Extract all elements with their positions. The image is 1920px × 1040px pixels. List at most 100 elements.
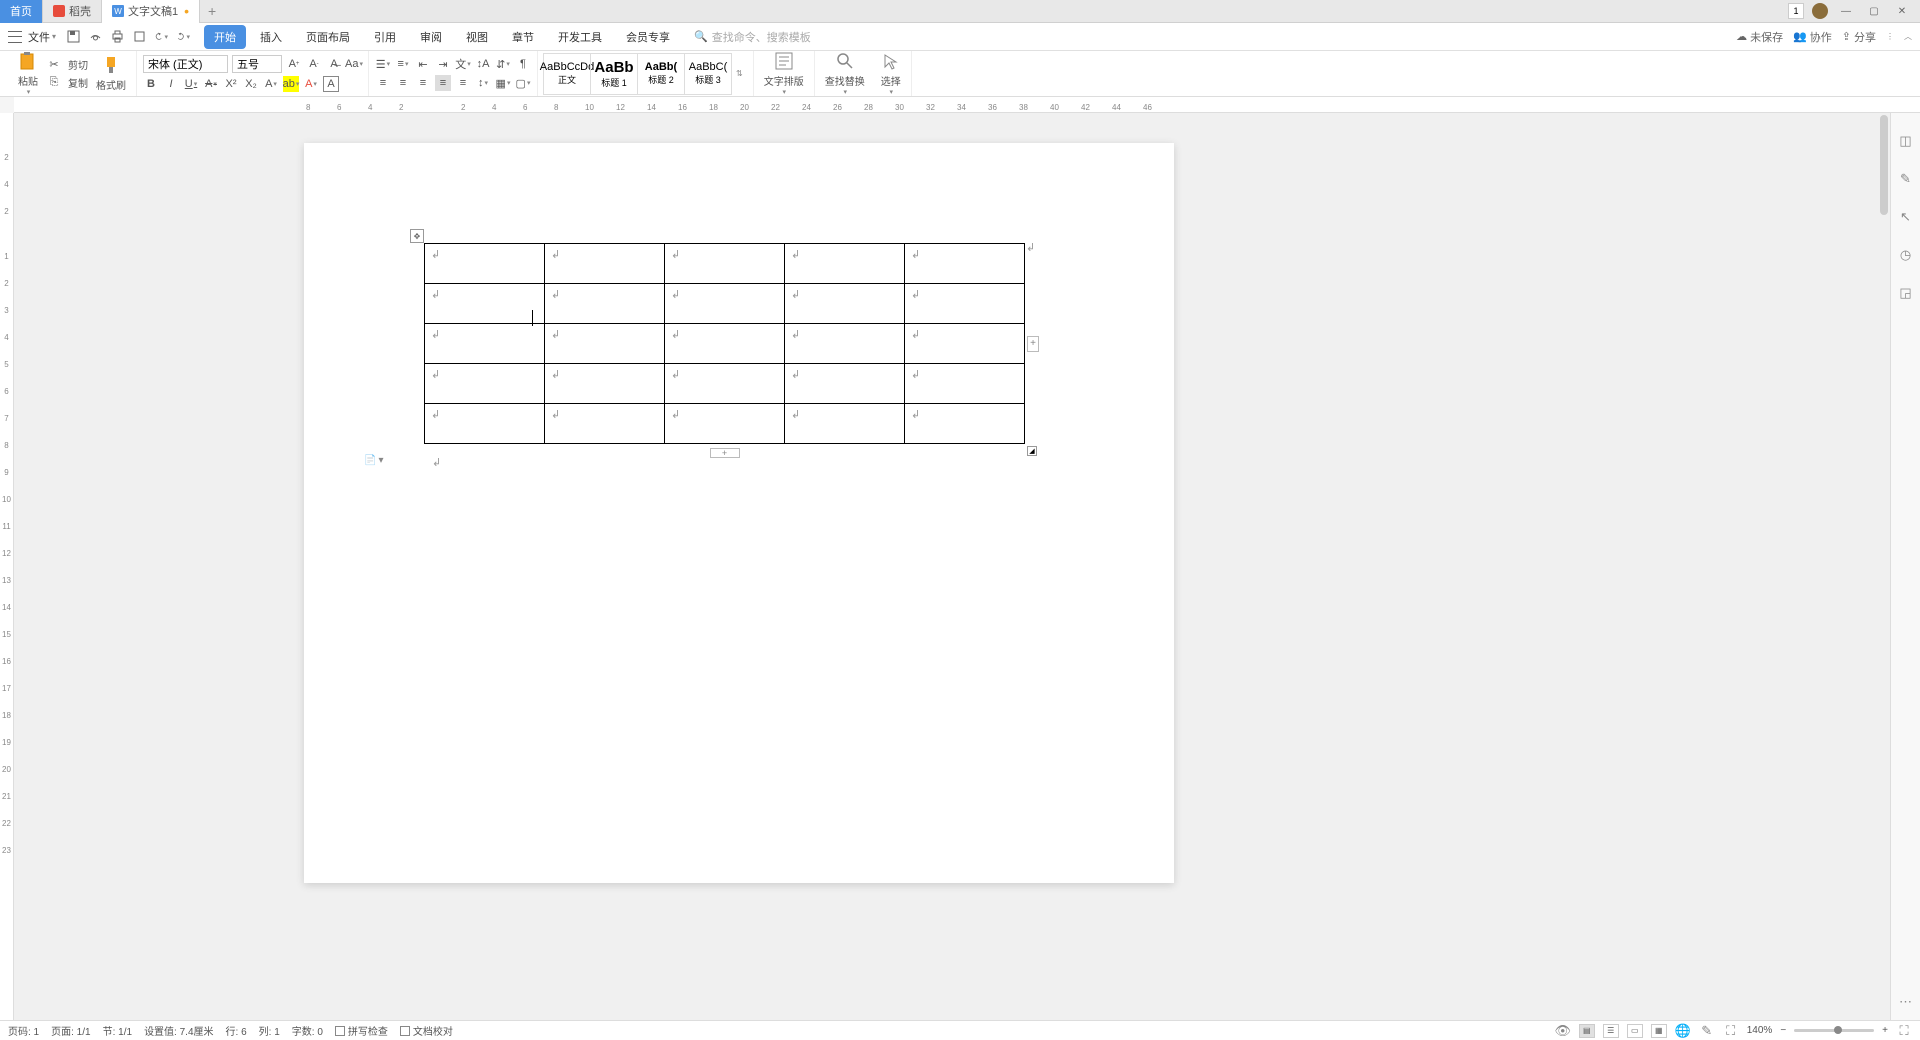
vertical-scrollbar[interactable] — [1878, 113, 1890, 1020]
maximize-button[interactable]: ▢ — [1864, 1, 1884, 21]
table-cell[interactable]: ↲ — [545, 324, 665, 364]
text-layout-button[interactable]: 文字排版 — [760, 51, 808, 96]
table-cell[interactable]: ↲ — [785, 364, 905, 404]
chevron-up-icon[interactable]: ︿ — [1904, 31, 1912, 42]
tab-home[interactable]: 首页 — [0, 0, 43, 23]
underline-button[interactable]: U — [183, 76, 199, 92]
save-icon[interactable] — [66, 30, 80, 44]
zoom-out-button[interactable]: − — [1780, 1025, 1786, 1036]
print-icon[interactable] — [110, 30, 124, 44]
numbering-button[interactable]: ≡ — [395, 56, 411, 72]
clear-format-icon[interactable]: A̶ — [326, 56, 342, 72]
fullscreen-icon[interactable]: ⛶ — [1896, 1023, 1912, 1039]
search-box[interactable]: 🔍 查找命令、搜索模板 — [694, 29, 811, 45]
doc-proof-toggle[interactable]: 文档校对 — [400, 1023, 453, 1038]
borders-button[interactable]: ▢ — [515, 75, 531, 91]
font-name-select[interactable] — [143, 55, 228, 73]
notification-badge[interactable]: 1 — [1788, 3, 1804, 19]
redo-button[interactable] — [176, 30, 190, 44]
undo-button[interactable] — [154, 30, 168, 44]
align-justify-button[interactable]: ≡ — [435, 75, 451, 91]
status-page[interactable]: 页面: 1/1 — [51, 1023, 90, 1038]
tab-document[interactable]: W 文字文稿1 • — [102, 0, 200, 23]
bold-button[interactable]: B — [143, 76, 159, 92]
document-table[interactable]: ↲↲↲↲↲↲↲↲↲↲↲↲↲↲↲↲↲↲↲↲↲↲↲↲↲ — [424, 243, 1025, 444]
settings-icon[interactable]: ◲ — [1898, 285, 1914, 301]
char-border-icon[interactable]: A — [323, 76, 339, 92]
strike-button[interactable]: A — [203, 76, 219, 92]
menu-tab-view[interactable]: 视图 — [456, 25, 498, 49]
menu-tab-review[interactable]: 审阅 — [410, 25, 452, 49]
table-cell[interactable]: ↲ — [425, 284, 545, 324]
view-outline-button[interactable]: ☰ — [1603, 1024, 1619, 1038]
page[interactable]: ✥ ↲↲↲↲↲↲↲↲↲↲↲↲↲↲↲↲↲↲↲↲↲↲↲↲↲ + + ◢ ↲ ↲ 📄 … — [304, 143, 1174, 883]
decrease-indent-button[interactable]: ⇤ — [415, 56, 431, 72]
shrink-font-icon[interactable]: A- — [306, 56, 322, 72]
table-cell[interactable]: ↲ — [905, 244, 1025, 284]
add-row-button[interactable]: + — [710, 448, 740, 458]
table-cell[interactable]: ↲ — [425, 404, 545, 444]
table-cell[interactable]: ↲ — [905, 284, 1025, 324]
menu-tab-layout[interactable]: 页面布局 — [296, 25, 360, 49]
table-cell[interactable]: ↲ — [545, 364, 665, 404]
text-effect-icon[interactable]: A — [263, 76, 279, 92]
print-preview-icon[interactable] — [88, 30, 102, 44]
toolbox-icon[interactable]: ◫ — [1898, 133, 1914, 149]
eye-icon[interactable]: 👁 — [1555, 1023, 1571, 1039]
table-cell[interactable]: ↲ — [785, 324, 905, 364]
tab-doke[interactable]: 稻壳 — [43, 0, 102, 23]
view-reading-button[interactable]: ▭ — [1627, 1024, 1643, 1038]
pen-icon[interactable]: ✎ — [1699, 1023, 1715, 1039]
highlight-button[interactable]: ab — [283, 76, 299, 92]
unsaved-indicator[interactable]: ☁ 未保存 — [1736, 29, 1783, 45]
status-page-num[interactable]: 页码: 1 — [8, 1023, 39, 1038]
ruler-horizontal[interactable]: 8642246810121416182022242628303234363840… — [14, 97, 1920, 113]
cut-button[interactable]: ✂剪切 — [46, 57, 88, 73]
scrollbar-thumb[interactable] — [1880, 115, 1888, 215]
view-page-button[interactable]: ▤ — [1579, 1024, 1595, 1038]
status-section[interactable]: 节: 1/1 — [103, 1023, 132, 1038]
table-resize-handle[interactable]: ◢ — [1027, 446, 1037, 456]
shading-button[interactable]: ▦ — [495, 75, 511, 91]
table-cell[interactable]: ↲ — [905, 404, 1025, 444]
align-left-button[interactable]: ≡ — [375, 75, 391, 91]
status-position[interactable]: 设置值: 7.4厘米 — [144, 1023, 213, 1038]
italic-button[interactable]: I — [163, 76, 179, 92]
table-cell[interactable]: ↲ — [545, 244, 665, 284]
find-replace-button[interactable]: 查找替换 — [821, 51, 869, 96]
table-cell[interactable]: ↲ — [905, 324, 1025, 364]
hamburger-icon[interactable] — [8, 31, 22, 43]
table-cell[interactable]: ↲ — [905, 364, 1025, 404]
table-cell[interactable]: ↲ — [665, 284, 785, 324]
change-case-icon[interactable]: Aa — [346, 56, 362, 72]
file-menu[interactable]: 文件 — [28, 29, 56, 45]
paste-button[interactable]: 粘贴 — [14, 51, 42, 96]
view-web-button[interactable]: ▦ — [1651, 1024, 1667, 1038]
text-direction-icon[interactable]: ↕A — [475, 56, 491, 72]
table-cell[interactable]: ↲ — [425, 324, 545, 364]
menu-tab-member[interactable]: 会员专享 — [616, 25, 680, 49]
fit-icon[interactable]: ⛶ — [1723, 1023, 1739, 1039]
select-button[interactable]: 选择 — [877, 51, 905, 96]
align-right-button[interactable]: ≡ — [415, 75, 431, 91]
table-cell[interactable]: ↲ — [425, 364, 545, 404]
zoom-level[interactable]: 140% — [1747, 1025, 1773, 1036]
select-panel-icon[interactable]: ↖ — [1898, 209, 1914, 225]
menu-tab-start[interactable]: 开始 — [204, 25, 246, 49]
close-button[interactable]: ✕ — [1892, 1, 1912, 21]
table-move-handle[interactable]: ✥ — [410, 229, 424, 243]
style-heading2[interactable]: AaBb(标题 2 — [637, 53, 685, 95]
superscript-button[interactable]: X² — [223, 76, 239, 92]
style-panel-icon[interactable]: ✎ — [1898, 171, 1914, 187]
add-column-button[interactable]: + — [1027, 336, 1039, 352]
bullets-button[interactable]: ☰ — [375, 56, 391, 72]
minimize-button[interactable]: — — [1836, 1, 1856, 21]
collapse-ribbon-icon[interactable]: ⋮ — [1886, 32, 1894, 41]
zoom-thumb[interactable] — [1834, 1026, 1842, 1034]
format-painter-button[interactable]: 格式刷 — [92, 55, 130, 92]
status-col[interactable]: 列: 1 — [259, 1023, 280, 1038]
styles-more-icon[interactable]: ⇅ — [736, 69, 743, 78]
table-cell[interactable]: ↲ — [785, 284, 905, 324]
status-line[interactable]: 行: 6 — [226, 1023, 247, 1038]
table-cell[interactable]: ↲ — [785, 244, 905, 284]
